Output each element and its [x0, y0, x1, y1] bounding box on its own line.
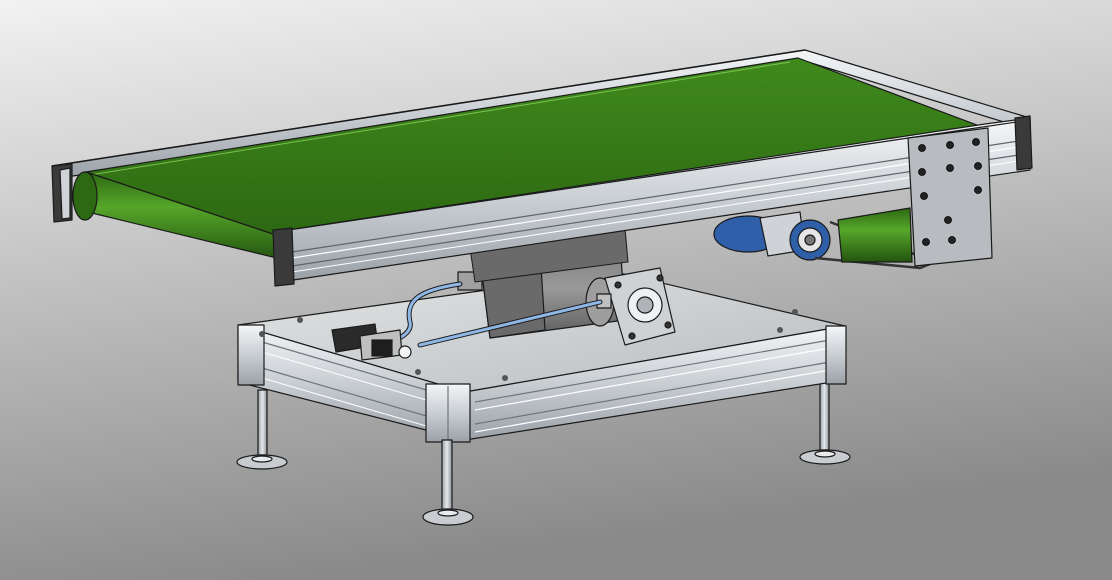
corner-post-right [825, 325, 847, 385]
leg-back-left [257, 389, 268, 456]
leg-back-right [819, 379, 830, 451]
conveyor-scene [0, 0, 1112, 580]
front-end-cap [272, 227, 295, 287]
leg-front [441, 439, 453, 511]
cad-viewport [0, 0, 1112, 580]
